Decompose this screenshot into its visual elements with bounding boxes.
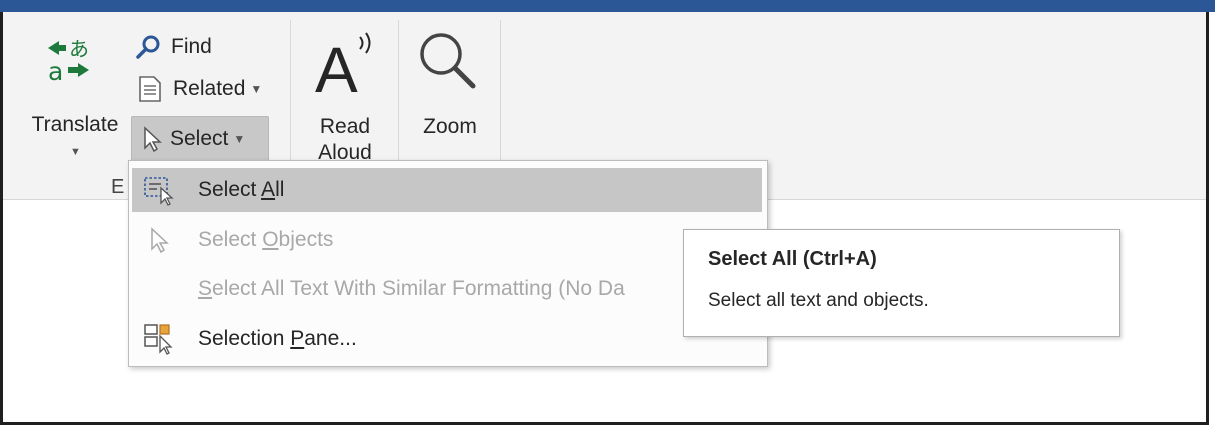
read-aloud-label: Read Aloud [295, 114, 395, 166]
blank-icon [136, 267, 182, 311]
group-label: E [111, 176, 125, 198]
zoom-label: Zoom [423, 115, 477, 138]
magnifier-icon [420, 33, 476, 89]
tooltip-title: Select All (Ctrl+A) [708, 248, 877, 270]
read-aloud-label-line1: Read [319, 115, 371, 138]
tooltip-description: Select all text and objects. [708, 290, 929, 311]
zoom-button[interactable]: Zoom [403, 26, 497, 146]
svg-text:a: a [48, 57, 63, 84]
chevron-down-icon: ▼ [250, 82, 263, 96]
select-button[interactable]: Select ▼ [131, 116, 269, 162]
menu-item-label: Select All Text With Similar Formatting … [198, 277, 625, 300]
select-dropdown-menu: Select All Select Objects Select All Tex… [128, 160, 768, 367]
menu-item-label: Select All [198, 178, 285, 201]
selection-pane-icon [136, 317, 182, 361]
title-bar [0, 0, 1215, 12]
menu-item-select-objects[interactable]: Select Objects [132, 218, 762, 262]
document-icon [139, 76, 161, 102]
select-label: Select [170, 127, 229, 150]
svg-text:あ: あ [69, 37, 89, 61]
read-aloud-button[interactable]: A Read Aloud [295, 26, 395, 176]
svg-text:A: A [315, 34, 358, 98]
related-label: Related [173, 77, 246, 100]
cursor-icon [136, 218, 182, 262]
menu-item-select-all[interactable]: Select All [132, 168, 762, 212]
read-aloud-icon: A [315, 32, 371, 98]
find-button[interactable]: Find [135, 30, 212, 64]
chevron-down-icon: ▼ [233, 132, 246, 146]
related-button[interactable]: Related ▼ [137, 72, 262, 106]
tooltip: Select All (Ctrl+A) Select all text and … [683, 229, 1120, 337]
menu-item-label: Select Objects [198, 228, 334, 251]
menu-item-select-similar-formatting[interactable]: Select All Text With Similar Formatting … [132, 267, 762, 311]
find-label: Find [171, 35, 212, 58]
cursor-icon [144, 126, 162, 152]
translate-icon: あ a [48, 37, 89, 84]
menu-item-selection-pane[interactable]: Selection Pane... [132, 317, 762, 361]
chevron-down-icon: ▼ [70, 146, 81, 158]
translate-button[interactable]: あ a Translate ▼ [25, 32, 125, 172]
search-icon [136, 35, 160, 59]
translate-label: Translate [31, 113, 119, 136]
select-all-icon [136, 168, 182, 212]
menu-item-label: Selection Pane... [198, 327, 357, 350]
